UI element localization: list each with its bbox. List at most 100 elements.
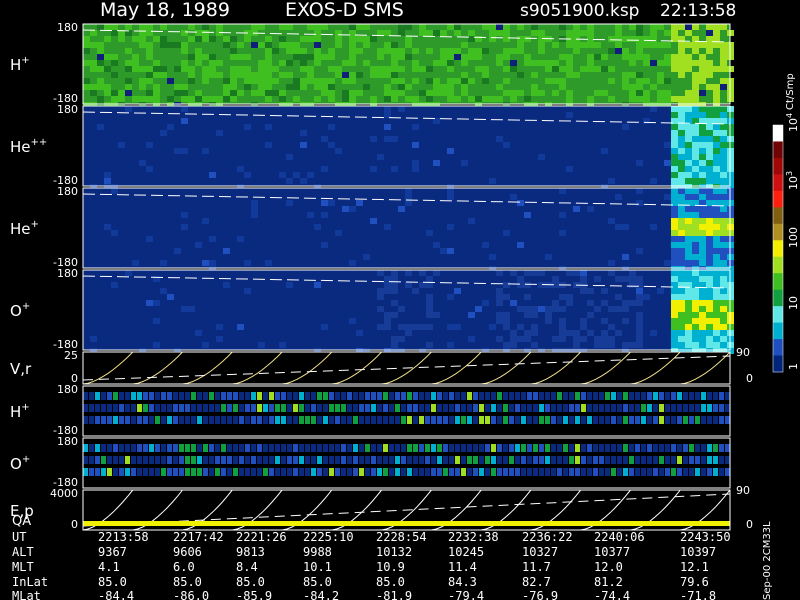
spectro-cell xyxy=(119,392,124,400)
spectro-cell xyxy=(635,404,640,412)
spectro-cell xyxy=(482,96,489,102)
spectro-cell xyxy=(685,248,692,254)
spectro-cell xyxy=(678,270,685,276)
table-row-label: UT xyxy=(12,530,26,544)
spectro-cell xyxy=(615,30,622,36)
spectro-cell xyxy=(221,416,226,424)
spectro-cell xyxy=(713,276,720,282)
spectro-cell xyxy=(671,324,678,330)
spectro-cell xyxy=(566,270,573,276)
spectro-cell xyxy=(146,166,153,172)
spectro-cell xyxy=(601,300,608,306)
spectro-cell xyxy=(725,404,730,412)
spectro-cell xyxy=(587,54,594,60)
spectro-cell xyxy=(230,54,237,60)
spectro-cell xyxy=(363,24,370,30)
spectro-cell xyxy=(97,54,104,60)
spectro-cell xyxy=(706,270,713,276)
spectro-cell xyxy=(467,444,472,452)
spectro-cell xyxy=(391,42,398,48)
spectro-cell xyxy=(181,306,188,312)
spectro-cell xyxy=(622,342,629,348)
spectro-cell xyxy=(503,444,508,452)
spectro-cell xyxy=(664,42,671,48)
spectro-cell xyxy=(202,78,209,84)
spectro-cell xyxy=(347,468,352,476)
spectro-cell xyxy=(203,468,208,476)
spectro-cell xyxy=(706,294,713,300)
spectro-cell xyxy=(659,416,664,424)
spectro-cell xyxy=(317,468,322,476)
spectro-cell xyxy=(636,78,643,84)
spectro-cell xyxy=(111,188,118,194)
spectro-cell xyxy=(467,404,472,412)
spectro-cell xyxy=(203,416,208,424)
spectro-cell xyxy=(433,78,440,84)
spectro-cell xyxy=(149,392,154,400)
panel-charge-label: + xyxy=(31,219,39,230)
spectro-cell xyxy=(713,130,720,136)
table-cell: 2240:06 xyxy=(594,530,645,544)
spectro-cell xyxy=(405,36,412,42)
spectro-cell xyxy=(629,444,634,452)
spectro-cell xyxy=(230,90,237,96)
spectro-cell xyxy=(685,154,692,160)
spectro-cell xyxy=(685,288,692,294)
spectro-cell xyxy=(132,36,139,42)
spectro-cell xyxy=(245,392,250,400)
spectro-cell xyxy=(573,270,580,276)
spectro-cell xyxy=(720,112,727,118)
spectro-cell xyxy=(517,306,524,312)
spectro-cell xyxy=(720,84,727,90)
spectro-cell xyxy=(179,392,184,400)
spectro-cell xyxy=(671,254,678,260)
spectro-cell xyxy=(503,282,510,288)
table-row-label: InLat xyxy=(12,575,48,589)
spectro-cell xyxy=(475,48,482,54)
spectro-cell xyxy=(461,54,468,60)
spectro-cell xyxy=(377,404,382,412)
spectro-cell xyxy=(601,288,608,294)
spectro-cell xyxy=(587,312,594,318)
spectro-cell xyxy=(83,416,88,424)
spectro-cell xyxy=(479,404,484,412)
spectro-cell xyxy=(689,392,694,400)
spectro-cell xyxy=(161,416,166,424)
spectro-cell xyxy=(195,54,202,60)
spectro-cell xyxy=(475,306,482,312)
spectro-cell xyxy=(405,282,412,288)
spectro-cell xyxy=(557,456,562,464)
spectro-cell xyxy=(317,444,322,452)
spectro-cell xyxy=(384,30,391,36)
spectro-cell xyxy=(258,78,265,84)
spectro-cell xyxy=(384,72,391,78)
spectro-cell xyxy=(581,456,586,464)
table-cell: 2228:54 xyxy=(376,530,427,544)
spectro-cell xyxy=(161,404,166,412)
spectro-cell xyxy=(341,416,346,424)
spectro-cell xyxy=(395,468,400,476)
spectro-cell xyxy=(678,60,685,66)
table-cell: -81.9 xyxy=(376,589,412,600)
spectro-cell xyxy=(95,404,100,412)
spectro-cell xyxy=(137,444,142,452)
spectro-cell xyxy=(707,416,712,424)
spectro-cell xyxy=(580,66,587,72)
spectro-cell xyxy=(692,136,699,142)
spectro-cell xyxy=(89,392,94,400)
spectro-cell xyxy=(251,24,258,30)
spectro-cell xyxy=(412,288,419,294)
spectro-cell xyxy=(384,276,391,282)
spectro-cell xyxy=(671,148,678,154)
spectro-cell xyxy=(258,60,265,66)
y-min-label: 0 xyxy=(71,518,78,531)
spectro-cell xyxy=(692,148,699,154)
spectro-cell xyxy=(599,468,604,476)
spectro-cell xyxy=(181,84,188,90)
spectro-cell xyxy=(149,404,154,412)
spectro-cell xyxy=(695,416,700,424)
spectro-cell xyxy=(524,212,531,218)
spectro-cell xyxy=(713,342,720,348)
spectro-cell xyxy=(293,456,298,464)
colorbar-swatch xyxy=(773,306,783,324)
